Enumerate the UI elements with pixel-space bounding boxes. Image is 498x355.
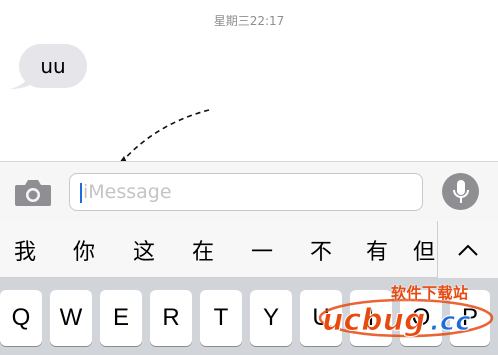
key-t[interactable]: T: [200, 290, 242, 346]
candidate-item[interactable]: 有: [357, 221, 397, 278]
candidate-bar: 我 你 这 在 一 不 有 但: [0, 221, 498, 278]
key-r[interactable]: R: [150, 290, 192, 346]
candidate-item[interactable]: 不: [301, 221, 341, 278]
svg-text:.cc: .cc: [430, 307, 471, 337]
key-y[interactable]: Y: [250, 290, 292, 346]
chevron-up-icon: [458, 244, 478, 256]
camera-icon[interactable]: [14, 177, 52, 207]
candidate-item[interactable]: 在: [183, 221, 223, 278]
key-e[interactable]: E: [100, 290, 142, 346]
candidate-item[interactable]: 我: [5, 221, 45, 278]
candidate-item[interactable]: 这: [124, 221, 164, 278]
message-text: uu: [40, 54, 66, 78]
candidate-item[interactable]: 但: [413, 221, 437, 278]
svg-text:ucbug: ucbug: [322, 303, 425, 338]
candidate-item[interactable]: 你: [64, 221, 104, 278]
candidate-item[interactable]: 一: [242, 221, 282, 278]
watermark-site-name: 软件下载站: [391, 284, 469, 302]
imessage-input[interactable]: [69, 173, 423, 211]
incoming-message-bubble[interactable]: uu: [19, 44, 87, 88]
key-q[interactable]: Q: [0, 290, 42, 346]
collapse-candidates-button[interactable]: [438, 221, 498, 278]
key-w[interactable]: W: [50, 290, 92, 346]
message-input-bar: [0, 161, 498, 221]
timestamp: 星期三22:17: [213, 14, 285, 28]
microphone-icon[interactable]: [442, 173, 479, 210]
text-cursor: [80, 183, 82, 203]
